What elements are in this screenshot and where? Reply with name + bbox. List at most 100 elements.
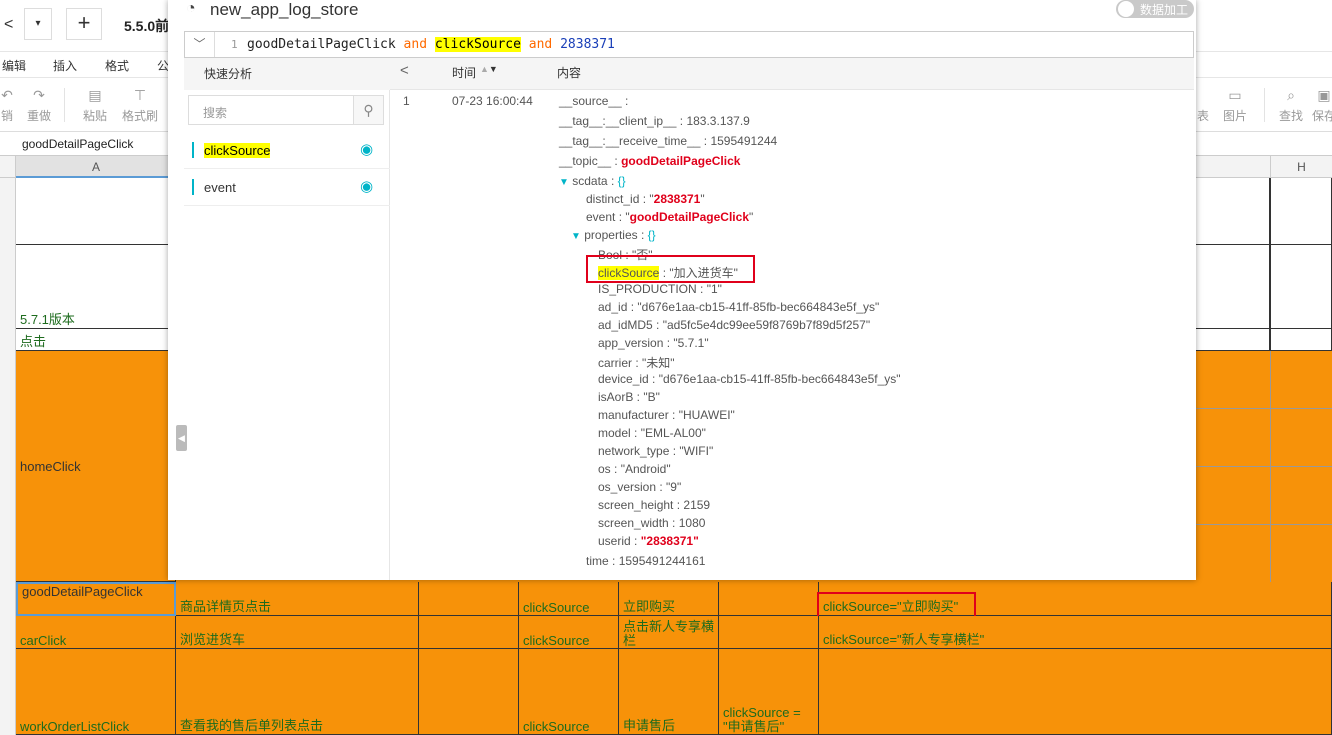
cell-h-blank[interactable] xyxy=(1270,178,1332,245)
cell-a-click[interactable]: 点击 xyxy=(16,329,176,351)
prop-is-production: IS_PRODUCTION : "1" xyxy=(598,282,722,296)
cell-e-gooddetail[interactable]: 立即购买 xyxy=(619,582,719,616)
cell-text: 5.7.1版本 xyxy=(20,312,75,327)
cell-e-workorder[interactable]: 申请售后 xyxy=(619,649,719,735)
field-key: model xyxy=(598,426,631,440)
cell-g-workorder[interactable] xyxy=(819,649,1332,735)
cell-h-blank[interactable] xyxy=(1270,329,1332,351)
table-icon xyxy=(1196,86,1210,104)
cell-g-carclick[interactable]: clickSource="新人专享横栏" xyxy=(819,616,1332,649)
menu-format[interactable]: 格式 xyxy=(105,57,129,74)
cell-text: 商品详情页点击 xyxy=(180,599,272,614)
insert-table-button[interactable]: 表 xyxy=(1196,86,1210,124)
prop-screen-width: screen_width : 1080 xyxy=(598,516,706,530)
query-editor[interactable]: ﹀ 1 goodDetailPageClick and clickSource … xyxy=(184,31,1194,58)
field-value: "EML-AL00" xyxy=(640,426,706,440)
cell-c-gooddetail[interactable] xyxy=(419,582,519,616)
field-event: event : "goodDetailPageClick" xyxy=(586,210,754,224)
cell-d-workorder[interactable]: clickSource xyxy=(519,649,619,735)
eye-icon[interactable]: ◉ xyxy=(360,140,373,158)
log-store-panel: ◔ new_app_log_store 数据加工 ﹀ 1 goodDetailP… xyxy=(168,0,1196,580)
cell-a-homeclick[interactable]: homeClick xyxy=(16,351,176,582)
menu-edit[interactable]: 编辑 xyxy=(2,57,26,74)
save-button[interactable]: ▣ 保存 xyxy=(1312,86,1332,124)
eye-icon[interactable]: ◉ xyxy=(360,177,373,195)
paste-button[interactable]: ▤ 粘贴 xyxy=(80,86,110,124)
cell-g-blank[interactable] xyxy=(1196,329,1270,351)
tab-dropdown-button[interactable]: ▾ xyxy=(24,8,52,40)
field-key: ad_id xyxy=(598,300,628,314)
field-accent-bar xyxy=(192,142,194,158)
data-processing-toggle[interactable]: 数据加工 xyxy=(1116,0,1194,18)
prop-screen-height: screen_height : 2159 xyxy=(598,498,711,512)
column-content[interactable]: 内容 xyxy=(557,64,581,81)
menu-insert[interactable]: 插入 xyxy=(53,57,77,74)
back-button[interactable]: < xyxy=(4,16,13,34)
column-time[interactable]: 时间 xyxy=(452,64,476,81)
field-search-box[interactable]: 搜索 ⚲ xyxy=(188,95,384,125)
document-title[interactable]: 5.5.0前 xyxy=(124,16,169,36)
sort-icon[interactable]: ▲▼ xyxy=(480,64,498,74)
query-term: goodDetailPageClick xyxy=(247,37,396,52)
redo-icon: ↷ xyxy=(33,87,45,103)
field-topic: __topic__ : goodDetailPageClick xyxy=(559,154,741,168)
select-all-corner[interactable] xyxy=(0,156,16,178)
field-key: manufacturer xyxy=(598,408,669,422)
cell-c-workorder[interactable] xyxy=(419,649,519,735)
field-key: screen_width xyxy=(598,516,669,530)
insert-image-button[interactable]: ▭ 图片 xyxy=(1220,86,1250,124)
field-item-event[interactable]: event ◉ xyxy=(184,169,390,206)
grid-line xyxy=(1196,524,1332,525)
grid-line xyxy=(1196,466,1332,467)
add-tab-button[interactable]: + xyxy=(66,8,102,40)
format-painter-button[interactable]: ⊤ 格式刷 xyxy=(120,86,160,124)
column-header-a[interactable]: A xyxy=(16,156,176,178)
field-properties: ▼ properties : {} xyxy=(571,228,656,242)
field-value: "ad5fc5e4dc99ee59f8769b7f89d5f257" xyxy=(662,318,871,332)
field-item-clicksource[interactable]: clickSource ◉ xyxy=(184,132,390,169)
cell-a-workorder[interactable]: workOrderListClick xyxy=(16,649,176,735)
query-text[interactable]: goodDetailPageClick and clickSource and … xyxy=(247,37,615,52)
cell-h-blank[interactable] xyxy=(1270,245,1332,329)
field-value: {} xyxy=(647,228,656,242)
query-line-number: 1 xyxy=(231,38,238,51)
formula-value[interactable]: goodDetailPageClick xyxy=(22,137,133,151)
field-key: screen_height xyxy=(598,498,674,512)
find-button[interactable]: ⌕ 查找 xyxy=(1276,86,1306,124)
row-time: 07-23 16:00:44 xyxy=(452,94,533,108)
cell-b-workorder[interactable]: 查看我的售后单列表点击 xyxy=(176,649,419,735)
cell-e-carclick[interactable]: 点击新人专享横栏 xyxy=(619,616,719,649)
cell-g-blank[interactable] xyxy=(1196,178,1270,245)
collapse-sidebar-handle[interactable]: ◀ xyxy=(176,425,187,451)
undo-button[interactable]: ↶ 销 xyxy=(0,86,14,124)
field-value: "未知" xyxy=(642,356,675,370)
column-header-h[interactable]: H xyxy=(1270,156,1332,178)
chevron-down-icon[interactable]: ﹀ xyxy=(185,32,215,57)
cell-a-gooddetail-selected[interactable]: goodDetailPageClick xyxy=(16,582,176,616)
cell-f-carclick[interactable] xyxy=(719,616,819,649)
redo-button[interactable]: ↷ 重做 xyxy=(24,86,54,124)
expand-triangle-icon[interactable]: ▼ xyxy=(559,177,569,188)
field-name: clickSource xyxy=(204,143,271,158)
cell-text: clickSource xyxy=(523,719,590,734)
cell-b-gooddetail[interactable]: 商品详情页点击 xyxy=(176,582,419,616)
cell-g-blank[interactable] xyxy=(1196,245,1270,329)
search-icon[interactable]: ⚲ xyxy=(353,96,383,124)
field-key: userid xyxy=(598,534,631,548)
results-header: < 时间 ▲▼ 内容 xyxy=(390,58,1194,90)
expand-triangle-icon[interactable]: ▼ xyxy=(571,231,581,242)
cell-text: clickSource="新人专享横栏" xyxy=(823,632,985,647)
prop-ad-id: ad_id : "d676e1aa-cb15-41ff-85fb-bec6648… xyxy=(598,300,880,314)
cell-f-workorder[interactable]: clickSource = "申请售后" xyxy=(719,649,819,735)
cell-d-gooddetail[interactable]: clickSource xyxy=(519,582,619,616)
cell-c-carclick[interactable] xyxy=(419,616,519,649)
query-term: 2838371 xyxy=(560,37,615,52)
cell-a-version[interactable]: 5.7.1版本 xyxy=(16,245,176,329)
cell-f-gooddetail[interactable] xyxy=(719,582,819,616)
quick-analysis-sidebar: 快速分析 搜索 ⚲ clickSource ◉ event ◉ xyxy=(184,58,390,580)
cell-d-carclick[interactable]: clickSource xyxy=(519,616,619,649)
prev-page-button[interactable]: < xyxy=(400,62,409,79)
cell-a-blank[interactable] xyxy=(16,178,176,245)
cell-b-carclick[interactable]: 浏览进货车 xyxy=(176,616,419,649)
cell-a-carclick[interactable]: carClick xyxy=(16,616,176,649)
